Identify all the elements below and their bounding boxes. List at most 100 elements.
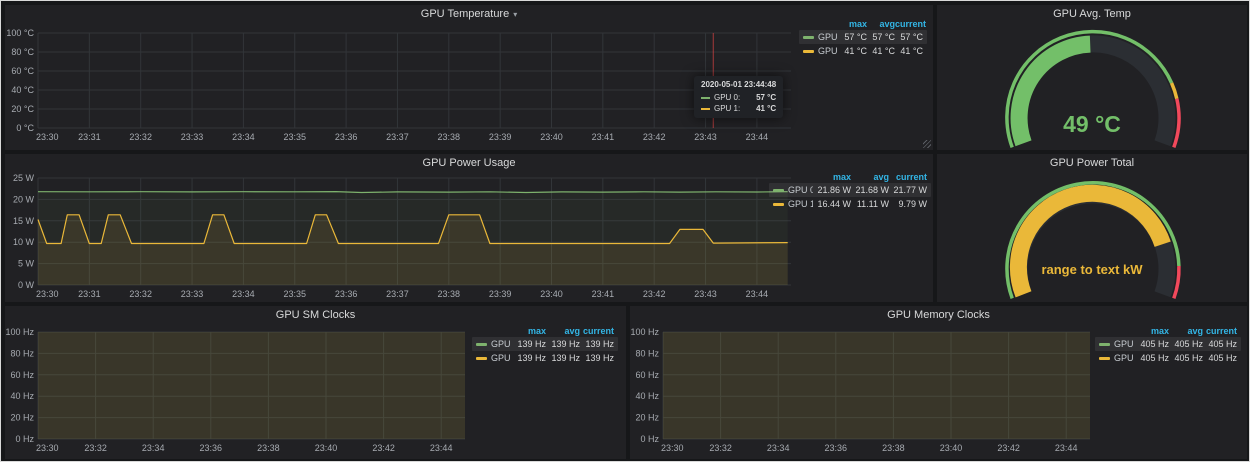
legend-series-label: GPU 1 — [788, 199, 813, 209]
legend-header-row: maxavgcurrent — [769, 170, 931, 183]
svg-text:23:38: 23:38 — [438, 132, 461, 142]
legend-value-avg: 21.68 W — [851, 185, 889, 195]
panel-title-gpu-memory-clocks[interactable]: GPU Memory Clocks — [887, 309, 990, 321]
series-dash-icon — [476, 357, 487, 360]
svg-text:23:30: 23:30 — [36, 289, 59, 299]
panel-title-text: GPU Power Usage — [423, 157, 516, 169]
svg-text:23:40: 23:40 — [940, 443, 963, 453]
svg-text:23:32: 23:32 — [84, 443, 107, 453]
svg-text:15 W: 15 W — [13, 216, 35, 226]
legend-row-gpu-0[interactable]: GPU 021.86 W21.68 W21.77 W — [769, 183, 931, 197]
panel-title-gpu-power-total[interactable]: GPU Power Total — [1050, 157, 1134, 169]
legend-value-current: 405 Hz — [1203, 353, 1237, 363]
legend-header-avg: avg — [867, 19, 895, 29]
series-dash-icon — [803, 36, 814, 39]
legend-series-name[interactable]: GPU 1 — [1099, 353, 1135, 363]
svg-text:23:39: 23:39 — [489, 132, 512, 142]
svg-text:23:33: 23:33 — [181, 289, 204, 299]
legend-row-gpu-1[interactable]: GPU 116.44 W11.11 W9.79 W — [769, 197, 931, 211]
gpu-power-total-gauge — [937, 172, 1247, 302]
legend-series-label: GPU 0 — [1114, 339, 1135, 349]
panel-title-gpu-sm-clocks[interactable]: GPU SM Clocks — [276, 309, 355, 321]
svg-text:25 W: 25 W — [13, 173, 35, 183]
legend-header-row: maxavgcurrent — [472, 324, 618, 337]
svg-text:100 Hz: 100 Hz — [5, 327, 34, 337]
legend-series-name[interactable]: GPU 1 — [476, 353, 512, 363]
panel-gpu-power-usage: GPU Power Usage 0 W5 W10 W15 W20 W25 W23… — [5, 154, 933, 302]
svg-text:23:34: 23:34 — [232, 132, 255, 142]
legend-header-max: max — [1135, 326, 1169, 336]
chevron-down-icon[interactable]: ▾ — [513, 10, 517, 19]
legend-gpu-temperature: maxavgcurrentGPU 057 °C57 °C57 °CGPU 141… — [799, 17, 927, 58]
svg-text:40 Hz: 40 Hz — [635, 391, 659, 401]
legend-value-max: 405 Hz — [1135, 339, 1169, 349]
legend-value-max: 139 Hz — [512, 339, 546, 349]
legend-series-name[interactable]: GPU 0 — [803, 32, 839, 42]
legend-value-avg: 139 Hz — [546, 353, 580, 363]
legend-series-name[interactable]: GPU 1 — [803, 46, 839, 56]
svg-text:23:40: 23:40 — [315, 443, 338, 453]
svg-text:23:34: 23:34 — [232, 289, 255, 299]
legend-header-current: current — [889, 172, 927, 182]
legend-value-max: 41 °C — [839, 46, 867, 56]
svg-text:23:38: 23:38 — [257, 443, 280, 453]
series-dash-icon — [803, 50, 814, 53]
legend-value-current: 9.79 W — [889, 199, 927, 209]
svg-text:20 Hz: 20 Hz — [635, 413, 659, 423]
legend-value-avg: 405 Hz — [1169, 339, 1203, 349]
legend-header-current: current — [580, 326, 614, 336]
panel-title-text: GPU Power Total — [1050, 157, 1134, 169]
legend-row-gpu-1[interactable]: GPU 1139 Hz139 Hz139 Hz — [472, 351, 618, 365]
legend-series-label: GPU 0 — [491, 339, 512, 349]
legend-row-gpu-0[interactable]: GPU 0139 Hz139 Hz139 Hz — [472, 337, 618, 351]
svg-text:23:44: 23:44 — [430, 443, 453, 453]
legend-series-label: GPU 1 — [818, 46, 839, 56]
legend-series-name[interactable]: GPU 0 — [476, 339, 512, 349]
svg-text:23:44: 23:44 — [1055, 443, 1078, 453]
series-dash-icon — [1099, 357, 1110, 360]
legend-row-gpu-0[interactable]: GPU 0405 Hz405 Hz405 Hz — [1095, 337, 1241, 351]
legend-row-gpu-0[interactable]: GPU 057 °C57 °C57 °C — [799, 30, 927, 44]
legend-value-avg: 405 Hz — [1169, 353, 1203, 363]
svg-text:23:30: 23:30 — [36, 443, 59, 453]
legend-gpu-power-usage: maxavgcurrentGPU 021.86 W21.68 W21.77 WG… — [769, 170, 931, 211]
panel-gpu-temperature: GPU Temperature ▾ 0 °C20 °C40 °C60 °C80 … — [5, 5, 933, 150]
gpu-temperature-chart[interactable]: 0 °C20 °C40 °C60 °C80 °C100 °C23:3023:31… — [5, 23, 933, 150]
panel-resize-handle[interactable] — [923, 140, 931, 148]
svg-text:20 W: 20 W — [13, 194, 35, 204]
svg-text:23:36: 23:36 — [335, 132, 358, 142]
panel-title-gpu-avg-temp[interactable]: GPU Avg. Temp — [1053, 8, 1131, 20]
svg-text:23:32: 23:32 — [129, 289, 152, 299]
series-dash-icon — [1099, 343, 1110, 346]
legend-row-gpu-1[interactable]: GPU 1405 Hz405 Hz405 Hz — [1095, 351, 1241, 365]
legend-header-avg: avg — [546, 326, 580, 336]
legend-value-current: 139 Hz — [580, 353, 614, 363]
legend-gpu-memory-clocks: maxavgcurrentGPU 0405 Hz405 Hz405 HzGPU … — [1095, 324, 1241, 365]
svg-text:100 °C: 100 °C — [6, 28, 34, 38]
legend-row-gpu-1[interactable]: GPU 141 °C41 °C41 °C — [799, 44, 927, 58]
panel-title-text: GPU Avg. Temp — [1053, 8, 1131, 20]
panel-title-text: GPU SM Clocks — [276, 309, 355, 321]
legend-series-name[interactable]: GPU 0 — [1099, 339, 1135, 349]
series-dash-icon — [773, 203, 784, 206]
svg-text:40 °C: 40 °C — [11, 85, 34, 95]
svg-text:23:35: 23:35 — [283, 132, 306, 142]
series-dash-icon — [701, 108, 710, 110]
legend-series-name[interactable]: GPU 1 — [773, 199, 813, 209]
panel-title-gpu-power-usage[interactable]: GPU Power Usage — [423, 157, 516, 169]
panel-gpu-memory-clocks: GPU Memory Clocks 0 Hz20 Hz40 Hz60 Hz80 … — [630, 306, 1247, 459]
legend-header-max: max — [839, 19, 867, 29]
svg-text:23:34: 23:34 — [767, 443, 790, 453]
svg-text:23:42: 23:42 — [643, 132, 666, 142]
svg-text:0 °C: 0 °C — [16, 123, 34, 133]
svg-text:23:36: 23:36 — [335, 289, 358, 299]
svg-text:23:40: 23:40 — [540, 132, 563, 142]
legend-header-avg: avg — [1169, 326, 1203, 336]
svg-text:23:42: 23:42 — [372, 443, 395, 453]
tooltip-row: GPU 0: 57 °C — [701, 92, 776, 103]
legend-series-name[interactable]: GPU 0 — [773, 185, 813, 195]
svg-text:0 Hz: 0 Hz — [640, 434, 659, 444]
svg-text:23:43: 23:43 — [694, 289, 717, 299]
svg-text:23:42: 23:42 — [997, 443, 1020, 453]
panel-title-gpu-temperature[interactable]: GPU Temperature ▾ — [421, 8, 517, 20]
